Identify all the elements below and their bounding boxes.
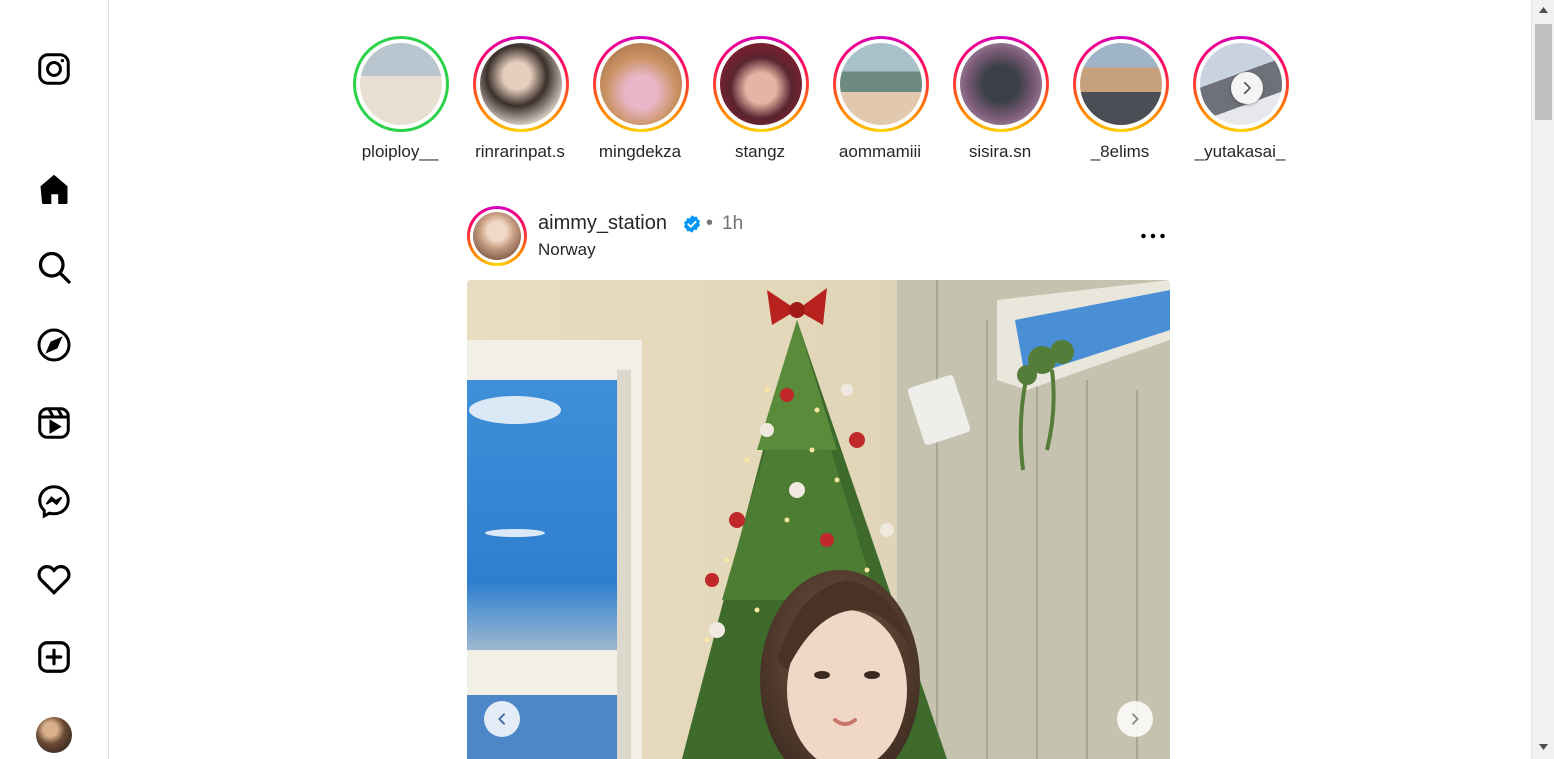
scroll-thumb[interactable] bbox=[1535, 24, 1552, 120]
chevron-right-icon bbox=[1132, 713, 1139, 725]
story-username: sisira.sn bbox=[968, 142, 1032, 161]
story-username: aommamiii bbox=[838, 142, 922, 161]
story-item[interactable]: mingdekza bbox=[580, 36, 700, 166]
explore-compass-icon[interactable] bbox=[34, 325, 74, 365]
scroll-up-arrow-icon[interactable] bbox=[1532, 2, 1554, 18]
more-options-button[interactable] bbox=[1138, 222, 1168, 250]
story-username: _yutakasai_ bbox=[1194, 142, 1286, 161]
story-username: mingdekza bbox=[598, 142, 682, 161]
separator-dot: • bbox=[706, 212, 714, 234]
story-ring bbox=[473, 36, 569, 132]
chevron-right-icon bbox=[1243, 81, 1251, 95]
story-item[interactable]: ploiploy__ bbox=[340, 36, 460, 166]
search-icon[interactable] bbox=[34, 247, 74, 287]
post-photo bbox=[467, 280, 1170, 759]
story-ring bbox=[1073, 36, 1169, 132]
story-ring bbox=[953, 36, 1049, 132]
home-icon[interactable] bbox=[34, 169, 74, 209]
story-avatar bbox=[720, 43, 802, 125]
story-ring bbox=[833, 36, 929, 132]
instagram-logo-icon[interactable] bbox=[34, 49, 74, 89]
carousel-prev-button[interactable] bbox=[484, 701, 520, 737]
post-username[interactable]: aimmy_station bbox=[538, 212, 667, 235]
heart-icon[interactable] bbox=[34, 559, 74, 599]
more-horizontal-icon bbox=[1141, 233, 1165, 239]
verified-badge-icon bbox=[684, 215, 700, 233]
story-avatar bbox=[840, 43, 922, 125]
story-ring bbox=[353, 36, 449, 132]
carousel-next-button[interactable] bbox=[1117, 701, 1153, 737]
post-location[interactable]: Norway bbox=[538, 240, 596, 260]
post-author-avatar[interactable] bbox=[467, 206, 527, 266]
story-avatar bbox=[600, 43, 682, 125]
story-item[interactable]: stangz bbox=[700, 36, 820, 166]
page-scrollbar[interactable] bbox=[1531, 0, 1554, 759]
story-item[interactable]: _8elims bbox=[1060, 36, 1180, 166]
story-avatar bbox=[360, 43, 442, 125]
story-item[interactable]: rinrarinpat.s bbox=[460, 36, 580, 166]
chevron-left-icon bbox=[498, 713, 505, 725]
story-username: stangz bbox=[734, 142, 786, 161]
story-avatar bbox=[960, 43, 1042, 125]
scroll-down-arrow-icon[interactable] bbox=[1532, 739, 1554, 755]
stories-next-button[interactable] bbox=[1231, 72, 1263, 104]
story-item[interactable]: aommamiii bbox=[820, 36, 940, 166]
story-ring bbox=[593, 36, 689, 132]
create-plus-icon[interactable] bbox=[34, 637, 74, 677]
profile-avatar[interactable] bbox=[36, 717, 72, 753]
sidebar bbox=[0, 0, 109, 759]
reels-icon[interactable] bbox=[34, 403, 74, 443]
story-ring bbox=[713, 36, 809, 132]
story-item[interactable]: sisira.sn bbox=[940, 36, 1060, 166]
post-time[interactable]: 1h bbox=[722, 213, 743, 235]
story-username: ploiploy__ bbox=[361, 142, 439, 161]
story-avatar bbox=[1080, 43, 1162, 125]
story-username: rinrarinpat.s bbox=[475, 142, 565, 161]
messenger-icon[interactable] bbox=[34, 481, 74, 521]
stories-tray: ploiploy__ rinrarinpat.s mingdekza stang… bbox=[340, 36, 1300, 166]
story-username: _8elims bbox=[1090, 142, 1150, 161]
story-avatar bbox=[480, 43, 562, 125]
post-image[interactable] bbox=[467, 280, 1170, 759]
